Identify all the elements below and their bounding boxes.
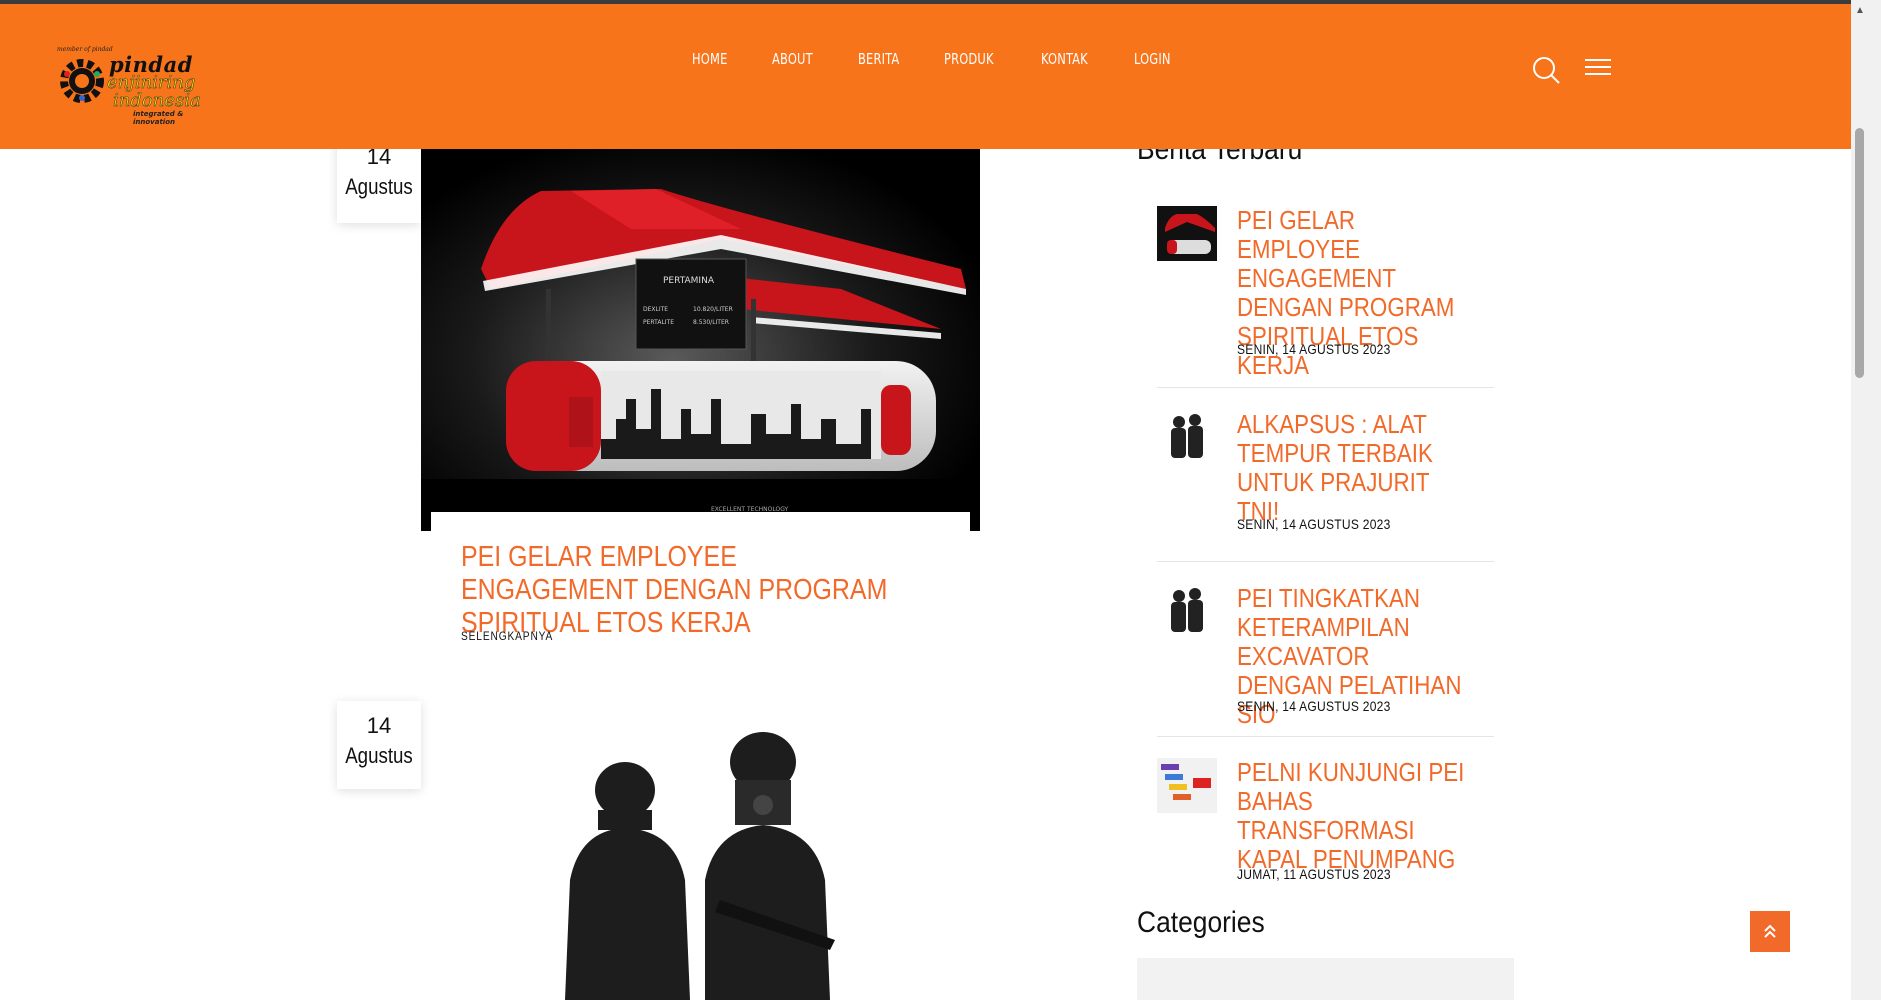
logo-tagline: member of pindad (57, 46, 113, 53)
recent-news-date: JUMAT, 11 AGUSTUS 2023 (1237, 866, 1391, 882)
gear-logo-icon (60, 59, 104, 103)
read-more-link[interactable]: SELENGKAPNYA (461, 629, 553, 643)
recent-news-thumbnail[interactable] (1157, 206, 1217, 261)
pylon-brand: PERTAMINA (663, 276, 715, 286)
recent-news-thumbnail[interactable] (1157, 584, 1217, 639)
post-featured-image[interactable]: PERTAMINA DEXLITE 10.820/LITER PERTALITE… (421, 149, 980, 531)
recent-news-item[interactable]: PELNI KUNJUNGI PEI BAHAS TRANSFORMASI KA… (1157, 758, 1494, 888)
post-featured-image[interactable] (480, 700, 910, 1000)
back-to-top-button[interactable] (1750, 911, 1790, 952)
recent-news-title[interactable]: PELNI KUNJUNGI PEI BAHAS TRANSFORMASI KA… (1237, 758, 1469, 874)
recent-news-item[interactable]: ALKAPSUS : ALAT TEMPUR TERBAIK UNTUK PRA… (1157, 410, 1494, 562)
recent-news-item[interactable]: PEI TINGKATKAN KETERAMPILAN EXCAVATOR DE… (1157, 584, 1494, 737)
recent-news-title[interactable]: ALKAPSUS : ALAT TEMPUR TERBAIK UNTUK PRA… (1237, 410, 1469, 526)
price2-label: PERTALITE (643, 319, 674, 326)
logo-text-indonesia: indonesia (113, 90, 201, 112)
recent-news-item[interactable]: PEI GELAR EMPLOYEE ENGAGEMENT DENGAN PRO… (1157, 206, 1494, 388)
recent-news-date: SENIN, 14 AGUSTUS 2023 (1237, 516, 1391, 532)
chevron-double-up-icon (1764, 924, 1776, 938)
site-logo[interactable]: member of pindad pindad enjiniring indon… (55, 46, 215, 126)
scrollbar-thumb[interactable] (1855, 128, 1864, 378)
nav-produk[interactable]: PRODUK (944, 50, 994, 68)
post-date-month: Agustus (345, 743, 413, 768)
logo-slogan: integrated & innovation (133, 110, 184, 126)
recent-news-thumbnail[interactable] (1157, 758, 1217, 813)
main-nav: HOME ABOUT BERITA PRODUK KONTAK LOGIN (692, 50, 1215, 68)
nav-about[interactable]: ABOUT (772, 50, 813, 68)
price1-label: DEXLITE (643, 306, 668, 313)
nav-login[interactable]: LOGIN (1134, 50, 1171, 68)
price2-value: 8.530/LITER (693, 319, 729, 326)
search-icon[interactable] (1531, 55, 1561, 85)
post-title[interactable]: PEI GELAR EMPLOYEE ENGAGEMENT DENGAN PRO… (461, 541, 908, 640)
price1-value: 10.820/LITER (693, 306, 733, 313)
hamburger-menu-icon[interactable] (1584, 58, 1612, 78)
nav-home[interactable]: HOME (692, 50, 727, 68)
nav-berita[interactable]: BERITA (858, 50, 899, 68)
nav-kontak[interactable]: KONTAK (1041, 50, 1088, 68)
recent-news-date: SENIN, 14 AGUSTUS 2023 (1237, 698, 1391, 714)
categories-list (1137, 958, 1514, 1000)
categories-heading: Categories (1137, 906, 1265, 939)
site-header: member of pindad pindad enjiniring indon… (0, 4, 1851, 149)
post-date-month: Agustus (345, 174, 413, 199)
post-date-badge: 14 Agustus (337, 701, 421, 789)
recent-news-date: SENIN, 14 AGUSTUS 2023 (1237, 341, 1391, 357)
scroll-up-arrow-icon[interactable]: ▲ (1855, 5, 1865, 16)
post-date-day: 14 (366, 713, 392, 738)
recent-news-thumbnail[interactable] (1157, 410, 1217, 465)
